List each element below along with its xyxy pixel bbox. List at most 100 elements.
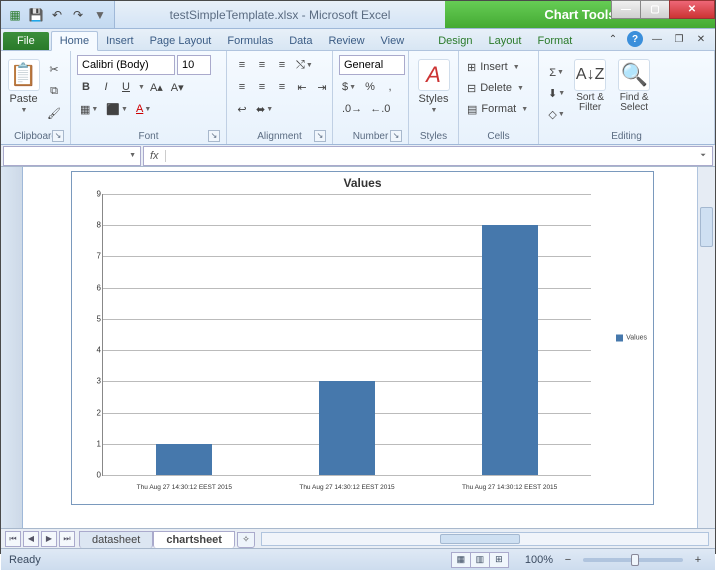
decrease-decimal-icon[interactable]: ←.0 [367,99,393,119]
indent-decrease-icon[interactable]: ⇤ [293,77,311,97]
sheet-nav-first[interactable]: ⏮ [5,531,21,547]
align-right-icon[interactable]: ≡ [273,77,291,97]
new-sheet-button[interactable]: ✧ [237,532,255,548]
window-controls: — ▢ ✕ [612,0,715,19]
align-middle-icon[interactable]: ≡ [253,55,271,75]
insert-cells-button[interactable]: ⊞Insert▼ [465,57,532,77]
alignment-launcher[interactable]: ↘ [314,130,326,142]
clear-icon[interactable]: ◇▼ [545,105,568,125]
sort-filter-button[interactable]: A↓Z Sort & Filter [570,53,610,130]
shrink-font-icon[interactable]: A▾ [168,77,187,97]
maximize-button[interactable]: ▢ [640,0,670,19]
zoom-in-button[interactable]: + [689,550,707,570]
status-bar: Ready ▦ ▥ ⊞ 100% − + [1,548,715,570]
chevron-down-icon[interactable]: ▼ [129,152,136,159]
chevron-down-icon[interactable]: ▼ [138,84,145,91]
minimize-button[interactable]: — [611,0,641,19]
percent-icon[interactable]: % [361,77,379,97]
tab-data[interactable]: Data [281,32,320,50]
sheet-nav-next[interactable]: ▶ [41,531,57,547]
fill-color-button[interactable]: ⬛▼ [103,99,131,119]
tab-view[interactable]: View [373,32,413,50]
font-color-button[interactable]: A▼ [133,99,154,119]
name-box[interactable]: ▼ [3,146,141,166]
border-button[interactable]: ▦▼ [77,99,101,119]
font-launcher[interactable]: ↘ [208,130,220,142]
tab-page-layout[interactable]: Page Layout [142,32,220,50]
formula-input[interactable] [166,147,694,165]
zoom-slider[interactable] [583,558,683,562]
close-button[interactable]: ✕ [669,0,715,19]
increase-decimal-icon[interactable]: .0→ [339,99,365,119]
qat-dropdown-icon[interactable]: ▼ [90,5,110,25]
undo-icon[interactable]: ↶ [47,5,67,25]
zoom-out-button[interactable]: − [559,550,577,570]
number-launcher[interactable]: ↘ [390,130,402,142]
horizontal-scrollbar[interactable] [261,532,709,546]
font-size-combo[interactable] [177,55,211,75]
fill-icon[interactable]: ⬇▼ [545,84,568,104]
vertical-scrollbar[interactable] [697,167,715,528]
minimize-ribbon-icon[interactable]: ⌃ [605,31,621,47]
redo-icon[interactable]: ↷ [68,5,88,25]
sheet-tab-chartsheet[interactable]: chartsheet [153,531,235,548]
font-name-combo[interactable] [77,55,175,75]
sheet-tab-datasheet[interactable]: datasheet [79,531,153,548]
sheet-area[interactable]: Values 0123456789Thu Aug 27 14:30:12 EES… [23,167,697,528]
chart-bar[interactable] [482,225,538,475]
align-top-icon[interactable]: ≡ [233,55,251,75]
chart-bar[interactable] [319,381,375,475]
cut-icon[interactable]: ✂ [44,60,64,80]
number-format-combo[interactable] [339,55,405,75]
tab-design[interactable]: Design [430,32,480,50]
sheet-nav-last[interactable]: ⏭ [59,531,75,547]
styles-button[interactable]: A Styles ▼ [415,53,452,130]
chart-legend[interactable]: Values [616,335,647,342]
tab-format[interactable]: Format [529,32,580,50]
align-center-icon[interactable]: ≡ [253,77,271,97]
format-painter-icon[interactable]: 🖌 [44,104,64,124]
sheet-nav-prev[interactable]: ◀ [23,531,39,547]
tab-review[interactable]: Review [320,32,372,50]
grow-font-icon[interactable]: A▴ [147,77,166,97]
delete-cells-button[interactable]: ⊟Delete▼ [465,78,532,98]
underline-button[interactable]: U [117,77,135,97]
chart-title[interactable]: Values [72,172,653,194]
zoom-level[interactable]: 100% [525,554,553,566]
tab-home[interactable]: Home [51,31,98,51]
paste-icon: 📋 [8,59,40,91]
find-select-button[interactable]: 🔍 Find & Select [612,53,656,130]
file-tab[interactable]: File [3,32,49,50]
currency-icon[interactable]: $▼ [339,77,359,97]
bold-button[interactable]: B [77,77,95,97]
tab-layout[interactable]: Layout [480,32,529,50]
indent-increase-icon[interactable]: ⇥ [313,77,331,97]
comma-icon[interactable]: , [381,77,399,97]
plot-area[interactable]: 0123456789Thu Aug 27 14:30:12 EEST 2015T… [102,194,591,476]
expand-formula-icon[interactable]: ⏷ [694,152,712,160]
italic-button[interactable]: I [97,77,115,97]
workbook-restore-icon[interactable]: ❐ [671,31,687,47]
orientation-icon[interactable]: ⤭▼ [293,55,316,75]
scrollbar-thumb[interactable] [440,534,520,544]
align-left-icon[interactable]: ≡ [233,77,251,97]
copy-icon[interactable]: ⧉ [44,82,64,102]
tab-insert[interactable]: Insert [98,32,142,50]
format-cells-button[interactable]: ▤Format▼ [465,99,532,119]
help-icon[interactable]: ? [627,31,643,47]
wrap-text-icon[interactable]: ↩ [233,99,251,119]
fx-icon[interactable]: fx [144,150,166,162]
autosum-icon[interactable]: Σ▼ [545,63,568,83]
align-bottom-icon[interactable]: ≡ [273,55,291,75]
workbook-close-icon[interactable]: ✕ [693,31,709,47]
chart-bar[interactable] [156,444,212,475]
workbook-minimize-icon[interactable]: — [649,31,665,47]
clipboard-launcher[interactable]: ↘ [52,130,64,142]
save-icon[interactable]: 💾 [26,5,46,25]
scrollbar-thumb[interactable] [700,207,713,247]
zoom-slider-thumb[interactable] [631,554,639,566]
tab-formulas[interactable]: Formulas [219,32,281,50]
paste-button[interactable]: 📋 Paste ▼ [7,53,40,130]
chart-object[interactable]: Values 0123456789Thu Aug 27 14:30:12 EES… [71,171,654,505]
merge-center-icon[interactable]: ⬌▼ [253,99,276,119]
